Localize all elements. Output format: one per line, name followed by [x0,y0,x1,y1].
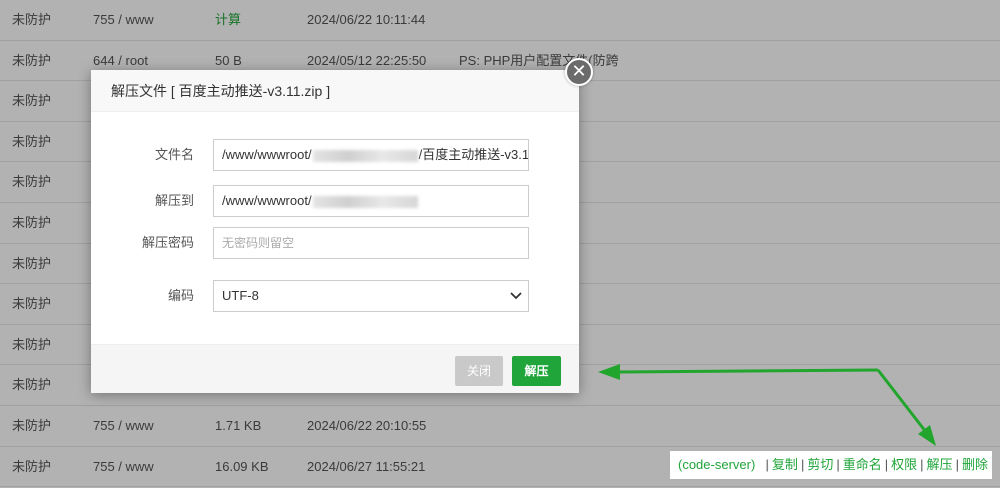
operation-separator: | [765,457,769,472]
operation-separator: | [884,457,889,472]
extract-to-row: 解压到 /www/wwwroot/ [91,185,579,217]
password-field[interactable]: 无密码则留空 [213,227,529,259]
file-operations: (code-server) | 复制 | 剪切 | 重命名 | 权限 | 解压 | 删除 [670,451,992,479]
operation-separator: | [920,457,924,472]
filename-label: 文件名 [154,147,194,162]
close-icon[interactable]: ✕ [565,58,593,86]
extract-to-prefix: /www/wwwroot/ [222,193,312,208]
operation-link[interactable]: 重命名 [843,457,882,472]
encoding-label: 编码 [167,288,194,303]
blurred-path [312,149,418,162]
encoding-select[interactable]: UTF-8 [213,280,529,312]
operation-link[interactable]: 复制 [772,457,798,472]
extract-button[interactable]: 解压 [512,356,561,386]
extract-to-label: 解压到 [154,193,194,208]
password-label: 解压密码 [141,235,194,250]
operation-link[interactable]: 权限 [891,457,917,472]
password-row: 解压密码 无密码则留空 [91,227,579,259]
filename-row: 文件名 /www/wwwroot/ /百度主动推送-v3.1 [91,139,579,171]
filename-prefix: /www/wwwroot/ [222,147,312,162]
blurred-path [312,195,418,208]
filename-suffix: /百度主动推送-v3.1 [418,147,529,162]
dialog-title: 解压文件 [ 百度主动推送-v3.11.zip ] [91,70,579,112]
extract-to-field[interactable]: /www/wwwroot/ [213,185,529,217]
operation-link[interactable]: 剪切 [807,457,833,472]
filename-field[interactable]: /www/wwwroot/ /百度主动推送-v3.1 [213,139,529,171]
dialog-footer: 关闭 解压 [91,344,579,393]
operation-separator: | [955,457,959,472]
operation-link[interactable]: 删除 [962,457,988,472]
operation-separator: | [800,457,805,472]
close-button[interactable]: 关闭 [455,356,503,386]
operation-separator: | [836,457,840,472]
operation-link[interactable]: 解压 [927,457,953,472]
encoding-row: 编码 UTF-8 [91,280,579,312]
operation-link[interactable]: (code-server) [678,457,755,472]
chevron-down-icon [510,281,522,311]
encoding-value: UTF-8 [222,288,259,303]
extract-dialog: 解压文件 [ 百度主动推送-v3.11.zip ] ✕ 文件名 /www/www… [91,58,593,393]
